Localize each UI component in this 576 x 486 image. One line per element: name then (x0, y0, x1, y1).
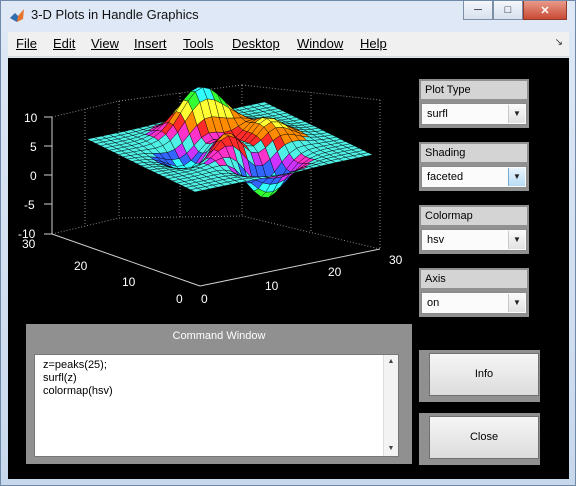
menu-help[interactable]: Help (360, 36, 387, 51)
matlab-icon (10, 9, 24, 22)
scroll-up-icon[interactable]: ▲ (384, 355, 398, 369)
axis-label: Axis (421, 270, 527, 288)
shading-select[interactable]: faceted ▼ (421, 166, 527, 188)
z-tick-label: 0 (30, 169, 37, 183)
colormap-label: Colormap (421, 207, 527, 225)
dropdown-arrow-icon[interactable]: ▼ (508, 168, 525, 186)
menu-tools[interactable]: Tools (183, 36, 213, 51)
menu-bar: File Edit View Insert Tools Desktop Wind… (8, 32, 569, 57)
minimize-button[interactable]: ─ (463, 1, 493, 20)
colormap-panel: Colormap hsv ▼ (419, 205, 529, 254)
maximize-button[interactable]: □ (493, 1, 523, 20)
menu-window[interactable]: Window (297, 36, 343, 51)
surface-plot[interactable]: 10 5 0 -5 -10 30 20 10 0 0 10 20 30 (8, 58, 413, 320)
plot-type-label: Plot Type (421, 81, 527, 99)
close-window-button[interactable]: ✕ (523, 1, 567, 20)
axis-select[interactable]: on ▼ (421, 292, 527, 314)
surface-mesh (86, 86, 374, 198)
command-scrollbar[interactable]: ▲ ▼ (383, 355, 398, 456)
dropdown-arrow-icon[interactable]: ▼ (508, 231, 525, 249)
dropdown-arrow-icon[interactable]: ▼ (508, 294, 525, 312)
shading-value: faceted (427, 171, 464, 183)
dock-arrow-icon[interactable]: ↘ (555, 37, 563, 48)
command-text-area[interactable]: z=peaks(25); surfl(z) colormap(hsv) ▲ ▼ (34, 354, 399, 457)
y-tick-label: 20 (74, 259, 88, 273)
plot-type-select[interactable]: surfl ▼ (421, 103, 527, 125)
z-tick-label: 10 (24, 111, 38, 125)
maximize-icon: □ (504, 4, 512, 16)
menu-file[interactable]: File (16, 36, 37, 51)
x-tick-label: 30 (389, 253, 403, 267)
figure-area: 10 5 0 -5 -10 30 20 10 0 0 10 20 30 Plot… (8, 58, 569, 479)
colormap-value: hsv (427, 234, 445, 246)
window-title: 3-D Plots in Handle Graphics (31, 7, 199, 22)
command-line: colormap(hsv) (43, 385, 113, 397)
title-bar[interactable]: 3-D Plots in Handle Graphics ─ □ ✕ (1, 1, 575, 29)
minimize-icon: ─ (474, 4, 482, 16)
shading-label: Shading (421, 144, 527, 162)
command-window-title: Command Window (172, 330, 266, 342)
menu-view[interactable]: View (91, 36, 119, 51)
command-line: surfl(z) (43, 372, 77, 384)
z-tick-label: 5 (30, 140, 37, 154)
axis-value: on (427, 297, 440, 309)
x-tick-label: 10 (265, 279, 279, 293)
shading-panel: Shading faceted ▼ (419, 142, 529, 191)
plot-type-panel: Plot Type surfl ▼ (419, 79, 529, 128)
menu-desktop[interactable]: Desktop (232, 36, 280, 51)
scroll-down-icon[interactable]: ▼ (384, 442, 398, 456)
y-tick-label: 0 (176, 292, 183, 306)
close-icon: ✕ (540, 4, 550, 17)
info-button[interactable]: Info (429, 353, 539, 396)
y-tick-label: 30 (22, 237, 36, 251)
close-button[interactable]: Close (429, 416, 539, 459)
application-window: 3-D Plots in Handle Graphics ─ □ ✕ File … (0, 0, 576, 486)
axis-panel: Axis on ▼ (419, 268, 529, 317)
colormap-select[interactable]: hsv ▼ (421, 229, 527, 251)
x-tick-label: 20 (328, 265, 342, 279)
y-tick-label: 10 (122, 275, 136, 289)
z-tick-label: -5 (24, 198, 35, 212)
command-line: z=peaks(25); (43, 359, 107, 371)
menu-insert[interactable]: Insert (134, 36, 167, 51)
close-button-frame: Close (419, 413, 540, 465)
command-window: Command Window z=peaks(25); surfl(z) col… (26, 324, 412, 464)
plot-type-value: surfl (427, 108, 448, 120)
info-button-frame: Info (419, 350, 540, 402)
dropdown-arrow-icon[interactable]: ▼ (508, 105, 525, 123)
menu-edit[interactable]: Edit (53, 36, 75, 51)
x-tick-label: 0 (201, 292, 208, 306)
